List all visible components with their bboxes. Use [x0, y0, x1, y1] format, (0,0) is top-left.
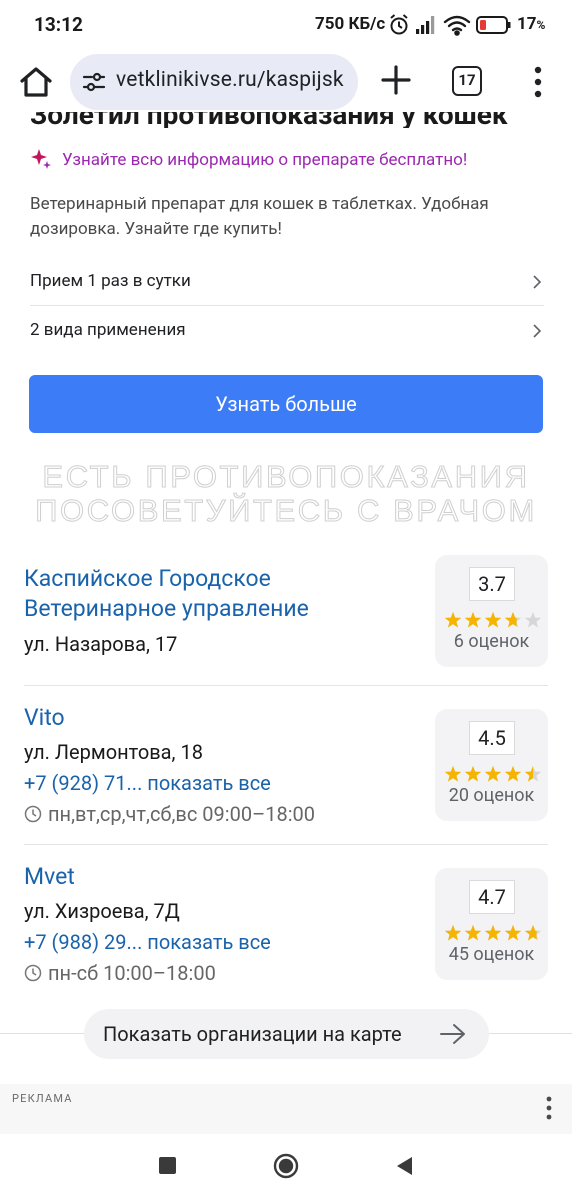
star-rating	[444, 765, 542, 782]
site-settings-icon[interactable]	[82, 70, 106, 94]
ad-feature-row[interactable]: 2 вида применения	[30, 307, 544, 355]
url-text[interactable]: vetklinikivse.ru/kaspijsk	[116, 68, 344, 92]
ad-description: Ветеринарный препарат для кошек в таблет…	[30, 194, 489, 239]
divider	[24, 685, 548, 686]
org-name[interactable]: Каспийское Городское Ветеринарное управл…	[24, 564, 404, 624]
ad-label: РЕКЛАМА	[12, 1092, 73, 1105]
star-filled-icon	[484, 765, 502, 782]
org-phone[interactable]: +7 (928) 71... показать все	[24, 771, 271, 795]
medical-warning: ЕСТЬ ПРОТИВОПОКАЗАНИЯ ПОСОВЕТУЙТЕСЬ С ВР…	[0, 460, 572, 534]
home-button-icon[interactable]	[273, 1153, 299, 1179]
org-phone[interactable]: +7 (988) 29... показать все	[24, 930, 271, 954]
org-hours-text: пн,вт,ср,чт,сб,вс 09:00–18:00	[48, 802, 316, 826]
chevron-right-icon	[533, 275, 542, 289]
rating-card[interactable]: 4.5 20 оценок	[435, 709, 548, 821]
network-speed: 750 КБ/с	[315, 14, 386, 34]
org-name[interactable]: Vito	[24, 703, 404, 733]
org-name[interactable]: Mvet	[24, 862, 404, 892]
back-button-icon[interactable]	[394, 1155, 414, 1177]
ad-feature-label: Прием 1 раз в сутки	[30, 271, 191, 291]
ad-title-text[interactable]: Золетил противопоказания у кошек	[30, 112, 508, 128]
sparkle-icon	[31, 149, 51, 169]
address-bar[interactable]: vetklinikivse.ru/kaspijsk	[70, 54, 358, 110]
system-navigation-bar	[0, 1134, 572, 1200]
learn-more-button[interactable]: Узнать больше	[29, 375, 543, 433]
arrow-right-icon	[440, 1024, 465, 1044]
star-filled-icon	[484, 611, 502, 628]
warning-line-2: ПОСОВЕТУЙТЕСЬ С ВРАЧОМ	[35, 493, 537, 528]
alarm-icon	[390, 14, 408, 35]
clock-icon	[24, 964, 42, 982]
battery-percent-value: 17	[517, 14, 537, 34]
org-address: ул. Лермонтова, 18	[24, 740, 203, 764]
org-address: ул. Хизроева, 7Д	[24, 899, 180, 923]
signal-icon	[416, 16, 435, 34]
battery-percent: 17%	[517, 14, 545, 34]
org-hours: пн,вт,ср,чт,сб,вс 09:00–18:00	[24, 802, 315, 826]
new-tab-plus-icon[interactable]	[378, 62, 414, 98]
status-icons	[390, 14, 511, 36]
star-filled-icon	[484, 924, 502, 941]
rating-count[interactable]: 45 оценок	[435, 944, 548, 965]
star-empty-icon	[524, 611, 542, 628]
overflow-menu-icon[interactable]	[524, 62, 552, 102]
chevron-right-icon	[533, 324, 542, 338]
divider	[24, 844, 548, 845]
footer-ad[interactable]: РЕКЛАМА	[0, 1084, 572, 1134]
rating-score: 3.7	[469, 567, 515, 601]
rating-score: 4.5	[469, 721, 515, 755]
home-icon[interactable]	[16, 62, 56, 102]
status-bar: 13:12 750 КБ/с 17%	[0, 0, 572, 48]
org-address: ул. Назарова, 17	[24, 632, 178, 656]
star-rating	[444, 611, 542, 628]
tab-switcher-button[interactable]: 17	[452, 66, 482, 96]
org-hours: пн-сб 10:00–18:00	[24, 961, 216, 985]
show-on-map-label: Показать организации на карте	[103, 1022, 402, 1046]
recents-button-icon[interactable]	[159, 1157, 176, 1174]
star-filled-icon	[504, 924, 522, 941]
star-filled-icon	[504, 765, 522, 782]
rating-score: 4.7	[469, 880, 515, 914]
star-filled-icon	[444, 765, 462, 782]
more-options-icon[interactable]	[542, 1094, 556, 1122]
battery-percent-suffix: %	[536, 18, 546, 32]
org-hours-text: пн-сб 10:00–18:00	[48, 961, 216, 985]
status-time: 13:12	[34, 13, 83, 36]
star-rating	[444, 924, 542, 941]
rating-count[interactable]: 6 оценок	[435, 631, 548, 652]
star-filled-icon	[464, 924, 482, 941]
star-filled-icon	[444, 611, 462, 628]
ad-feature-row[interactable]: Прием 1 раз в сутки	[30, 258, 544, 306]
ad-promo-text[interactable]: Узнайте всю информацию о препарате беспл…	[62, 150, 467, 170]
star-filled-icon	[464, 611, 482, 628]
show-on-map-button[interactable]: Показать организации на карте	[84, 1009, 489, 1059]
clock-icon	[24, 805, 42, 823]
battery-low-icon	[476, 16, 511, 34]
org-name-line[interactable]: Ветеринарное управление	[24, 594, 404, 624]
warning-line-1: ЕСТЬ ПРОТИВОПОКАЗАНИЯ	[42, 460, 530, 494]
ad-title-cut[interactable]: Золетил противопоказания у кошек	[30, 112, 550, 128]
rating-count[interactable]: 20 оценок	[435, 785, 548, 806]
rating-card[interactable]: 3.7 6 оценок	[435, 555, 548, 667]
wifi-icon	[443, 15, 471, 36]
browser-toolbar: vetklinikivse.ru/kaspijsk 17	[0, 48, 572, 116]
star-filled-icon	[444, 924, 462, 941]
ad-promo-line[interactable]: Узнайте всю информацию о препарате беспл…	[30, 148, 550, 174]
rating-card[interactable]: 4.7 45 оценок	[435, 868, 548, 980]
org-name-line[interactable]: Каспийское Городское	[24, 564, 404, 594]
ad-feature-label: 2 вида применения	[30, 320, 186, 340]
star-filled-icon	[464, 765, 482, 782]
